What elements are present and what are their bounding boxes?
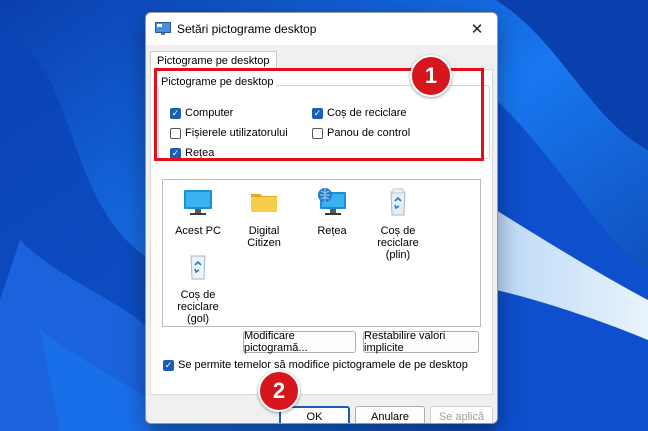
folder-icon [251, 194, 277, 212]
close-icon: ✕ [470, 21, 484, 38]
icon-item-this-pc[interactable]: Acest PC [165, 186, 231, 237]
title-bar: Setări pictograme desktop ✕ [146, 13, 497, 45]
icon-item-recycle-bin-full[interactable]: Coș de reciclare (plin) [365, 186, 431, 261]
network-icon [318, 188, 346, 215]
checkbox-label: Se permite temelor să modifice pictogram… [178, 359, 468, 371]
display-settings-icon [155, 22, 171, 35]
icon-label: Acest PC [175, 225, 221, 237]
cancel-button[interactable]: Anulare [355, 406, 425, 423]
change-icon-button[interactable]: Modificare pictogramă... [243, 330, 356, 354]
restore-default-button[interactable]: Restabilire valori implicite [363, 330, 479, 354]
checkbox-checked-icon: ✓ [163, 359, 174, 371]
icons-preview-list[interactable]: Acest PC Digital Citizen Rețea Coș de re… [162, 179, 481, 327]
icon-label: Rețea [317, 225, 347, 237]
icon-label: Digital Citizen [247, 225, 281, 249]
monitor-icon [184, 190, 212, 215]
annotation-badge-1: 1 [410, 55, 452, 97]
close-button[interactable]: ✕ [457, 13, 497, 45]
icon-label: Coș de reciclare (plin) [377, 225, 419, 261]
checkbox-allow-themes[interactable]: ✓ Se permite temelor să modifice pictogr… [163, 359, 468, 371]
icon-item-network[interactable]: Rețea [299, 186, 365, 237]
recycle-bin-full-icon [390, 188, 406, 216]
icon-item-digital-citizen[interactable]: Digital Citizen [231, 186, 297, 249]
dialog-title: Setări pictograme desktop [177, 22, 317, 36]
icon-item-recycle-bin-empty[interactable]: Coș de reciclare (gol) [165, 250, 231, 325]
apply-button[interactable]: Se aplică [430, 406, 493, 423]
recycle-bin-empty-icon [190, 255, 206, 280]
icon-label: Coș de reciclare (gol) [177, 289, 219, 325]
annotation-badge-2: 2 [258, 370, 300, 412]
